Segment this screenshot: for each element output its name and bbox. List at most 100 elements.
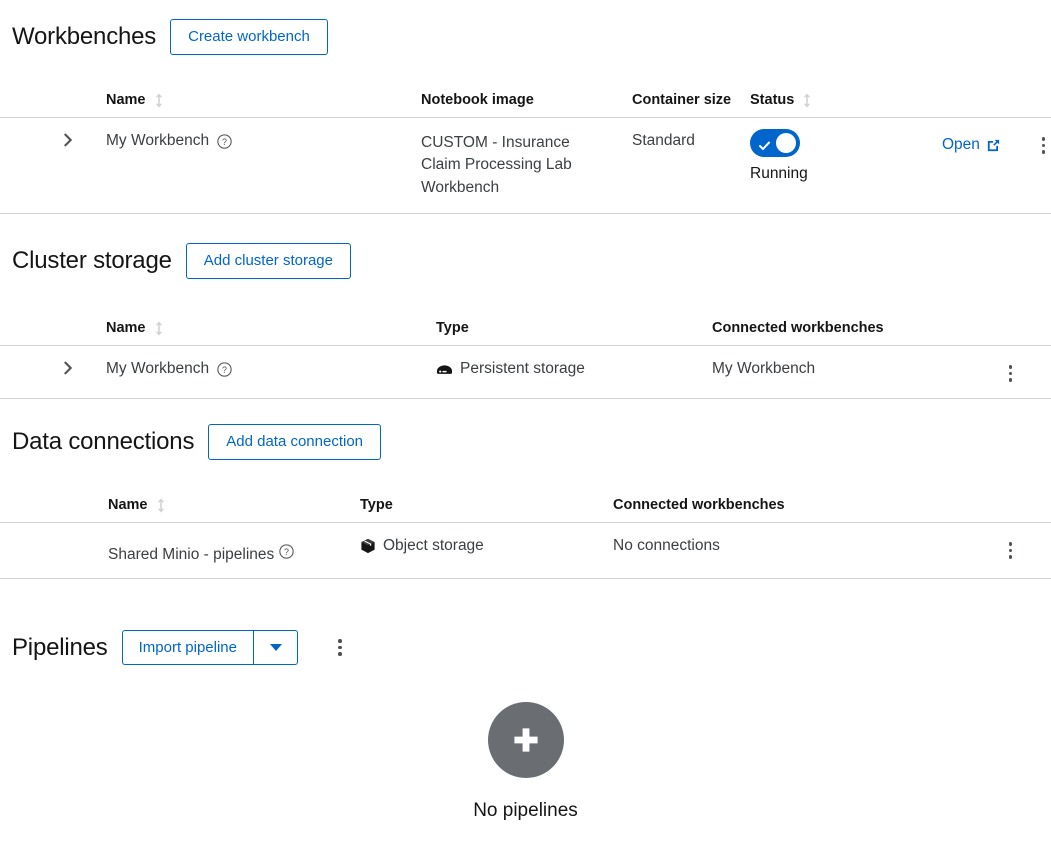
cluster-storage-name-cell: My Workbench ? xyxy=(106,345,436,399)
data-connections-col-connected: Connected workbenches xyxy=(613,497,942,523)
workbenches-row-expand-cell xyxy=(0,117,106,215)
workbench-container-size: Standard xyxy=(632,132,695,149)
create-workbench-button[interactable]: Create workbench xyxy=(170,19,328,55)
cluster-storage-connected-label: My Workbench xyxy=(712,360,816,377)
cluster-storage-type-label: Persistent storage xyxy=(460,360,585,377)
workbench-status-toggle[interactable] xyxy=(750,129,800,157)
data-connections-row-spacer-cell xyxy=(0,522,108,579)
svg-text:?: ? xyxy=(222,364,227,374)
kebab-menu-icon[interactable] xyxy=(332,637,348,658)
data-connection-connected-cell: No connections xyxy=(613,522,942,579)
data-connections-col-actions xyxy=(942,497,1051,523)
sort-icon[interactable] xyxy=(156,498,166,513)
table-row: Shared Minio - pipelines ? Object storag… xyxy=(0,522,1051,579)
table-row: My Workbench ? CUSTOM - Insurance Claim … xyxy=(0,117,1051,215)
cluster-storage-name: My Workbench xyxy=(106,360,210,377)
workbench-actions-cell: Open xyxy=(942,117,1051,215)
kebab-menu-icon[interactable] xyxy=(1003,363,1019,384)
cluster-storage-header-row: Name Type Connected workbenches xyxy=(0,320,1051,346)
data-connection-type-cell: Object storage xyxy=(360,522,613,579)
workbench-name-cell: My Workbench ? xyxy=(106,117,421,215)
data-connections-header-row: Name Type Connected workbenches xyxy=(0,497,1051,523)
open-workbench-link[interactable]: Open xyxy=(942,136,1001,154)
project-details-page: Workbenches Create workbench Name Notebo… xyxy=(0,0,1051,843)
workbench-container-size-cell: Standard xyxy=(632,117,750,215)
data-connections-col-name[interactable]: Name xyxy=(108,497,360,523)
external-link-icon xyxy=(986,138,1001,153)
chevron-right-icon[interactable] xyxy=(60,132,76,148)
data-connection-name-cell: Shared Minio - pipelines ? xyxy=(108,522,360,579)
workbenches-table: Name Notebook image Container size Statu… xyxy=(0,92,1051,215)
import-pipeline-dropdown-toggle[interactable] xyxy=(253,630,298,665)
workbenches-col-status[interactable]: Status xyxy=(750,92,942,118)
table-row: My Workbench ? Persistent storage My Wor… xyxy=(0,345,1051,399)
import-pipeline-split-button: Import pipeline xyxy=(121,630,298,665)
pipelines-title: Pipelines xyxy=(12,633,108,661)
cluster-storage-type-cell: Persistent storage xyxy=(436,345,712,399)
workbench-notebook-image: CUSTOM - Insurance Claim Processing Lab … xyxy=(421,134,572,196)
sort-icon[interactable] xyxy=(802,93,812,108)
cluster-storage-col-type-label: Type xyxy=(436,320,469,336)
data-connections-col-type-label: Type xyxy=(360,497,393,513)
kebab-menu-icon[interactable] xyxy=(1003,540,1019,561)
workbenches-section-header: Workbenches Create workbench xyxy=(12,19,328,55)
import-pipeline-button[interactable]: Import pipeline xyxy=(121,630,253,665)
cluster-storage-connected-cell: My Workbench xyxy=(712,345,942,399)
data-connection-actions-cell xyxy=(942,522,1051,579)
workbenches-title: Workbenches xyxy=(12,23,157,50)
sort-icon[interactable] xyxy=(154,321,164,336)
help-icon[interactable]: ? xyxy=(217,361,232,377)
workbenches-table-wrap: Name Notebook image Container size Statu… xyxy=(0,92,1051,215)
cluster-storage-expand-header xyxy=(0,320,106,346)
workbenches-header-row: Name Notebook image Container size Statu… xyxy=(0,92,1051,118)
toggle-knob xyxy=(776,133,796,153)
cluster-storage-col-actions xyxy=(942,320,1051,346)
data-connections-col-connected-label: Connected workbenches xyxy=(613,497,785,513)
cluster-storage-col-name[interactable]: Name xyxy=(106,320,436,346)
plus-icon xyxy=(487,702,564,778)
persistent-storage-icon xyxy=(436,362,453,377)
data-connection-name: Shared Minio - pipelines xyxy=(108,546,275,563)
cluster-storage-col-type: Type xyxy=(436,320,712,346)
add-data-connection-button[interactable]: Add data connection xyxy=(208,424,382,460)
cluster-storage-table: Name Type Connected workbenches My Workb… xyxy=(0,320,1051,399)
data-connections-spacer-header xyxy=(0,497,108,523)
workbenches-col-container-size-label: Container size xyxy=(632,92,732,108)
chevron-down-icon xyxy=(269,644,282,651)
object-storage-icon xyxy=(360,538,376,554)
help-icon[interactable]: ? xyxy=(278,544,294,559)
workbenches-col-actions xyxy=(942,92,1051,118)
cluster-storage-col-connected-label: Connected workbenches xyxy=(712,320,884,336)
cluster-storage-col-connected: Connected workbenches xyxy=(712,320,942,346)
data-connection-connected-label: No connections xyxy=(613,537,720,554)
cluster-storage-actions-cell xyxy=(942,345,1051,399)
data-connection-type-label: Object storage xyxy=(383,537,484,554)
cluster-storage-col-name-label: Name xyxy=(106,320,146,336)
cluster-storage-table-wrap: Name Type Connected workbenches My Workb… xyxy=(0,320,1051,399)
svg-text:?: ? xyxy=(284,547,289,557)
check-icon xyxy=(759,138,770,150)
cluster-storage-section-header: Cluster storage Add cluster storage xyxy=(12,243,351,279)
data-connections-table-wrap: Name Type Connected workbenches Shared M… xyxy=(0,497,1051,579)
status-badge: Running xyxy=(750,165,808,182)
cluster-storage-title: Cluster storage xyxy=(12,247,172,274)
data-connections-section-header: Data connections Add data connection xyxy=(12,424,382,460)
workbench-notebook-image-cell: CUSTOM - Insurance Claim Processing Lab … xyxy=(421,117,632,215)
workbenches-col-notebook-image-label: Notebook image xyxy=(421,92,534,108)
workbenches-col-status-label: Status xyxy=(750,92,795,108)
workbench-status-cell: Running xyxy=(750,117,942,215)
workbench-name: My Workbench xyxy=(106,132,210,149)
help-icon[interactable]: ? xyxy=(217,133,232,149)
pipelines-empty-title: No pipelines xyxy=(473,800,578,821)
data-connections-title: Data connections xyxy=(12,428,195,455)
sort-icon[interactable] xyxy=(154,93,164,108)
kebab-menu-icon[interactable] xyxy=(1036,135,1051,156)
workbenches-col-name[interactable]: Name xyxy=(106,92,421,118)
open-workbench-label: Open xyxy=(942,136,980,154)
pipelines-section-header: Pipelines Import pipeline xyxy=(12,630,348,665)
data-connections-col-name-label: Name xyxy=(108,497,148,513)
data-connections-col-type: Type xyxy=(360,497,613,523)
add-cluster-storage-button[interactable]: Add cluster storage xyxy=(185,243,351,279)
chevron-right-icon[interactable] xyxy=(60,360,76,376)
data-connections-table: Name Type Connected workbenches Shared M… xyxy=(0,497,1051,579)
